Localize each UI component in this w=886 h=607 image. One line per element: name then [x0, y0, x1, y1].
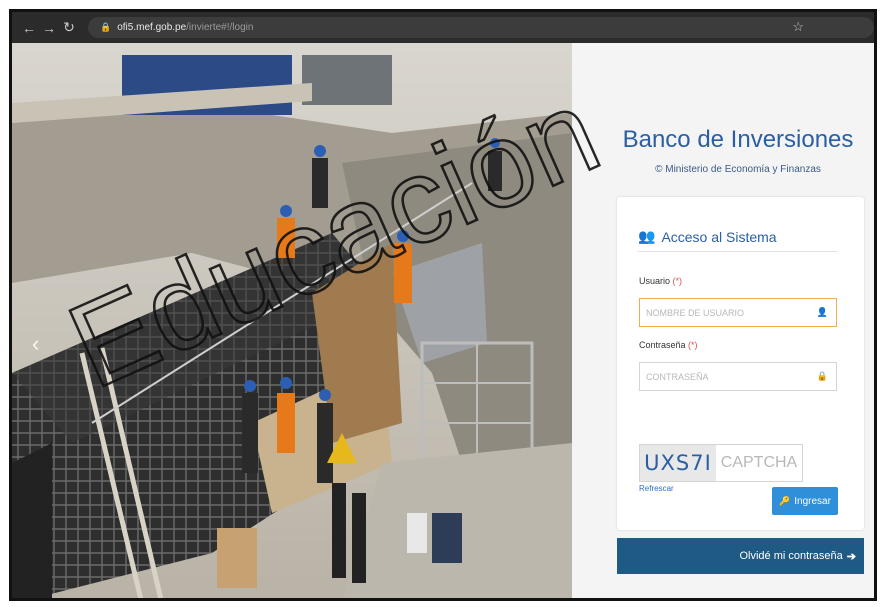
login-panel: Banco de Inversiones © Ministerio de Eco… — [572, 43, 874, 598]
login-button[interactable]: 🔑 Ingresar — [772, 487, 838, 515]
construction-photo-illustration — [12, 43, 572, 598]
browser-toolbar: ← → ↻ 🔒 ofi5.mef.gob.pe/invierte#!/login… — [12, 12, 874, 43]
back-icon[interactable]: ← — [20, 20, 38, 36]
reload-icon[interactable]: ↻ — [60, 19, 78, 36]
address-bar[interactable]: 🔒 ofi5.mef.gob.pe/invierte#!/login — [88, 17, 874, 38]
username-input[interactable]: NOMBRE DE USUARIO 👤 — [639, 298, 837, 327]
password-label: Contraseña (*) — [639, 340, 698, 350]
password-required-mark: (*) — [688, 340, 698, 350]
carousel-prev-icon[interactable]: ‹ — [32, 331, 39, 357]
screenshot-frame: ← → ↻ 🔒 ofi5.mef.gob.pe/invierte#!/login… — [9, 9, 877, 601]
login-heading-text: Acceso al Sistema — [661, 228, 777, 245]
url-host: ofi5.mef.gob.pe — [117, 22, 187, 33]
username-required-mark: (*) — [672, 276, 683, 286]
lock-icon: 🔒 — [100, 22, 112, 32]
captcha-refresh-link[interactable]: Refrescar — [639, 484, 674, 493]
brand-title: Banco de Inversiones — [622, 126, 854, 153]
brand-subtitle: © Ministerio de Economía y Finanzas — [655, 164, 821, 175]
forgot-password-label: Olvidé mi contraseña — [739, 550, 843, 562]
users-icon: 👥 — [638, 228, 656, 244]
lock-icon: 🔒 — [816, 371, 828, 381]
username-label: Usuario (*) — [639, 276, 682, 286]
url-path: /invierte#!/login — [186, 22, 254, 33]
construction-photo: ‹ — [12, 43, 572, 598]
username-placeholder: NOMBRE DE USUARIO — [646, 307, 745, 318]
login-button-label: Ingresar — [794, 495, 831, 507]
forward-icon[interactable]: → — [40, 20, 58, 36]
arrow-right-icon: ➔ — [846, 550, 856, 563]
captcha-image: UXS7I — [640, 445, 716, 481]
password-input[interactable]: CONTRASEÑA 🔒 — [639, 362, 837, 391]
captcha-group: UXS7I CAPTCHA — [639, 444, 803, 482]
key-icon: 🔑 — [779, 495, 791, 506]
login-heading: 👥 Acceso al Sistema — [638, 222, 838, 252]
username-label-text: Usuario — [639, 276, 671, 286]
forgot-password-link[interactable]: Olvidé mi contraseña ➔ — [617, 538, 864, 574]
captcha-input[interactable]: CAPTCHA — [716, 445, 802, 481]
user-icon: 👤 — [816, 307, 828, 317]
password-placeholder: CONTRASEÑA — [646, 371, 709, 382]
password-label-text: Contraseña — [639, 340, 686, 350]
star-icon[interactable]: ☆ — [792, 19, 804, 35]
login-card: 👥 Acceso al Sistema Usuario (*) NOMBRE D… — [617, 197, 864, 530]
